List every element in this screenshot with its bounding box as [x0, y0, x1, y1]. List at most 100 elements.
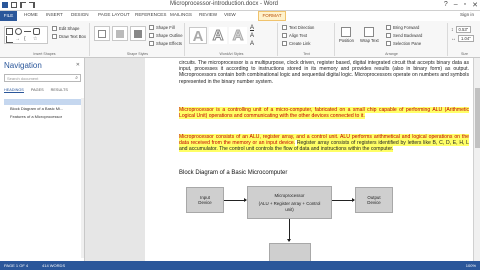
document-page: circuits. The microprocessor is a multip…: [145, 58, 480, 263]
text-outline-icon: A: [250, 33, 255, 39]
text-effects-button[interactable]: A: [250, 41, 254, 47]
zoom-level[interactable]: 100%: [466, 263, 476, 268]
text-box-icon: [52, 34, 57, 39]
shape-effects-button[interactable]: Shape Effects: [149, 41, 182, 46]
text-fill-button[interactable]: A: [250, 25, 254, 31]
edit-shape-icon: [52, 26, 57, 31]
tab-file[interactable]: FILE: [0, 11, 17, 21]
undo-icon[interactable]: [20, 2, 26, 8]
search-icon[interactable]: ⌕: [75, 75, 78, 82]
position-icon: [341, 27, 352, 37]
word-count[interactable]: 414 WORDS: [42, 263, 65, 268]
document-area: circuits. The microprocessor is a multip…: [85, 58, 480, 263]
shape-outline-button[interactable]: Shape Outline: [149, 33, 183, 38]
wordart-style-2[interactable]: A: [209, 27, 227, 45]
nav-heading-selected[interactable]: [4, 99, 82, 105]
tab-review[interactable]: REVIEW: [199, 12, 217, 17]
text-label: Text: [303, 52, 310, 56]
memory-box[interactable]: [269, 243, 311, 263]
arrow-micro-to-output: [332, 200, 354, 201]
text-outline-button[interactable]: A: [250, 33, 254, 39]
paragraph-components: Microprocessor consists of an ALU, regis…: [179, 134, 469, 153]
star-shape-icon[interactable]: ☆: [33, 36, 40, 43]
quick-access-toolbar: [2, 2, 35, 8]
navigation-search-input[interactable]: Search document ⌕: [4, 74, 81, 82]
sign-in-link[interactable]: Sign in: [460, 12, 474, 17]
height-icon: ↕: [451, 26, 454, 33]
text-fill-icon: A: [250, 25, 255, 31]
rounded-rectangle-shape-icon[interactable]: [33, 28, 40, 35]
wordart-style-1[interactable]: A: [189, 27, 207, 45]
microprocessor-title: Microprocessor: [274, 192, 305, 198]
align-text-button[interactable]: Align Text: [282, 33, 307, 38]
paint-bucket-icon: [149, 25, 154, 30]
create-link-button[interactable]: Create Link: [282, 41, 310, 46]
microprocessor-box[interactable]: Microprocessor (ALU + Register array + C…: [247, 186, 332, 219]
tab-pages[interactable]: PAGES: [31, 88, 44, 93]
shapes-gallery[interactable]: → { ☆: [4, 26, 48, 44]
arrange-label: Arrange: [385, 52, 398, 56]
oval-shape-icon[interactable]: [15, 28, 22, 35]
selection-pane-button[interactable]: Selection Pane: [386, 41, 421, 46]
tab-mailings[interactable]: MAILINGS: [170, 12, 192, 17]
arrow-shape-icon[interactable]: →: [15, 36, 22, 43]
rectangle-shape-icon[interactable]: [6, 28, 13, 35]
text-direction-button[interactable]: Text Direction: [282, 25, 314, 30]
help-button[interactable]: ?: [444, 1, 448, 9]
shape-height-field[interactable]: ↕ 0.53": [451, 26, 472, 33]
edit-shape-button[interactable]: Edit Shape: [52, 26, 80, 31]
window-title: Microprocessor-introduction.docx - Word: [170, 1, 278, 7]
close-button[interactable]: ✕: [472, 1, 478, 9]
word-logo-icon: [2, 2, 8, 8]
navigation-scrollbar[interactable]: [81, 98, 84, 258]
connector-shape-icon[interactable]: [6, 36, 13, 43]
navigation-close-icon[interactable]: ✕: [76, 62, 80, 68]
wrap-text-button[interactable]: Wrap Text: [360, 27, 379, 43]
shape-fill-button[interactable]: Shape Fill: [149, 25, 175, 30]
title-bar: Microprocessor-introduction.docx - Word …: [0, 0, 480, 11]
shape-width-field[interactable]: ↔ 1.04": [451, 35, 474, 42]
tab-references[interactable]: REFERENCES: [135, 12, 166, 17]
tab-insert[interactable]: INSERT: [46, 12, 63, 17]
navigation-tabs: HEADINGS PAGES RESULTS: [4, 88, 68, 93]
input-device-box[interactable]: Input Device: [186, 187, 224, 213]
bring-forward-button[interactable]: Bring Forward: [386, 25, 419, 30]
wordart-styles-group: A A A A A A WordArt Styles: [186, 23, 278, 56]
tab-results[interactable]: RESULTS: [51, 88, 68, 93]
width-icon: ↔: [451, 35, 456, 42]
status-bar: PAGE 1 OF 4 414 WORDS 100%: [0, 261, 480, 270]
navigation-pane: Navigation ✕ Search document ⌕ HEADINGS …: [0, 58, 85, 261]
output-device-box[interactable]: Output Device: [355, 187, 393, 213]
line-shape-icon[interactable]: [24, 31, 31, 32]
minimize-button[interactable]: –: [454, 1, 458, 9]
nav-heading-features[interactable]: Features of a Microprocessor: [4, 114, 82, 119]
ribbon-tabs: FILE HOME INSERT DESIGN PAGE LAYOUT REFE…: [0, 11, 480, 21]
shape-style-1[interactable]: [94, 26, 110, 41]
wordart-style-3[interactable]: A: [229, 27, 247, 45]
shape-style-3[interactable]: [130, 26, 146, 41]
text-group: Text Direction Align Text Create Link Te…: [279, 23, 335, 56]
tab-headings[interactable]: HEADINGS: [4, 88, 24, 93]
page-count[interactable]: PAGE 1 OF 4: [4, 263, 28, 268]
maximize-button[interactable]: ▫: [464, 1, 466, 9]
link-icon: [282, 41, 287, 46]
redo-icon[interactable]: [29, 2, 35, 8]
document-scroll-thumb[interactable]: [475, 88, 480, 148]
save-icon[interactable]: [11, 2, 17, 8]
size-label: Size: [461, 52, 468, 56]
paragraph-definition: Microprocessor is a controlling unit of …: [179, 107, 469, 120]
effects-icon: [149, 41, 154, 46]
tab-page-layout[interactable]: PAGE LAYOUT: [98, 12, 130, 17]
position-button[interactable]: Position: [339, 27, 354, 43]
draw-text-box-button[interactable]: Draw Text Box: [52, 34, 86, 39]
send-backward-button[interactable]: Send Backward: [386, 33, 422, 38]
tab-home[interactable]: HOME: [24, 12, 38, 17]
tab-design[interactable]: DESIGN: [71, 12, 89, 17]
highlighted-definition: Microprocessor is a controlling unit of …: [179, 107, 469, 120]
nav-heading-block-diagram[interactable]: Block Diagram of a Basic Mi...: [4, 106, 82, 111]
tab-view[interactable]: VIEW: [224, 12, 236, 17]
document-scrollbar[interactable]: [473, 58, 480, 261]
curly-brace-shape-icon[interactable]: {: [24, 36, 31, 43]
shape-style-2[interactable]: [112, 26, 128, 41]
tab-format[interactable]: FORMAT: [258, 11, 286, 21]
